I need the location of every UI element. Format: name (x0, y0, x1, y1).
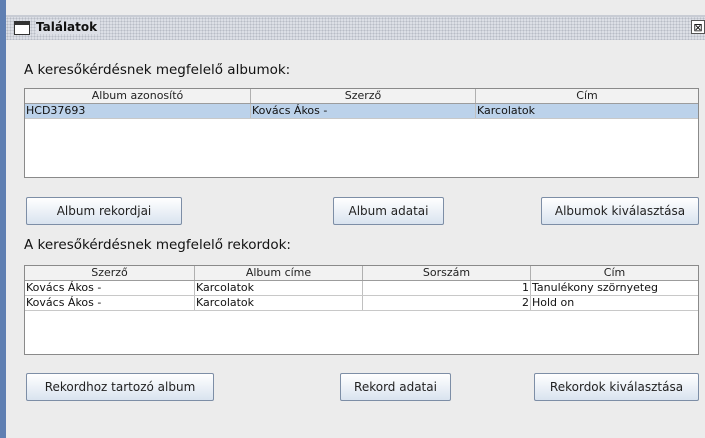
cell-author: Kovács Ákos - (25, 281, 195, 295)
titlebar[interactable]: Találatok ⊠ (6, 17, 705, 40)
results-window: Találatok ⊠ A keresőkérdésnek megfelelő … (0, 0, 705, 438)
cell-track-number: 2 (363, 296, 531, 310)
window-icon (14, 21, 30, 35)
records-heading: A keresőkérdésnek megfelelő rekordok: (24, 237, 291, 253)
cell-title: Tanulékony szörnyeteg (532, 281, 658, 294)
album-details-button[interactable]: Album adatai (333, 197, 444, 225)
cell-track-number: 1 (363, 281, 531, 295)
cell-author: Kovács Ákos - (251, 104, 476, 118)
cell-title: Hold on (532, 296, 575, 309)
column-header-track-number[interactable]: Sorszám (363, 266, 531, 280)
select-albums-button[interactable]: Albumok kiválasztása (541, 197, 699, 225)
cell-author: Kovács Ákos - (25, 296, 195, 310)
record-album-button[interactable]: Rekordhoz tartozó album (26, 373, 214, 401)
table-row[interactable]: Kovács Ákos - Karcolatok 1 Tanulékony sz… (25, 281, 698, 296)
albums-table-header: Album azonosító Szerző Cím (25, 89, 698, 104)
select-records-button[interactable]: Rekordok kiválasztása (534, 373, 699, 401)
records-table-header: Szerző Album címe Sorszám Cím (25, 266, 698, 281)
content-pane: A keresőkérdésnek megfelelő albumok: Alb… (6, 40, 705, 438)
table-row[interactable]: HCD37693 Kovács Ákos - Karcolatok (25, 104, 698, 119)
column-header-author[interactable]: Szerző (25, 266, 195, 280)
records-table[interactable]: Szerző Album címe Sorszám Cím Kovács Áko… (24, 265, 699, 355)
cell-title: Karcolatok (477, 104, 536, 117)
column-header-album-title[interactable]: Album címe (195, 266, 363, 280)
album-records-button[interactable]: Album rekordjai (26, 197, 182, 225)
column-header-album-id[interactable]: Album azonosító (25, 89, 251, 103)
cell-album-id: HCD37693 (25, 104, 251, 118)
column-header-author[interactable]: Szerző (251, 89, 476, 103)
window-title: Találatok (36, 20, 101, 34)
cell-album-title: Karcolatok (195, 281, 363, 295)
cell-album-title: Karcolatok (195, 296, 363, 310)
column-header-title[interactable]: Cím (531, 266, 698, 280)
albums-heading: A keresőkérdésnek megfelelő albumok: (24, 62, 291, 78)
table-row[interactable]: Kovács Ákos - Karcolatok 2 Hold on (25, 296, 698, 311)
column-header-title[interactable]: Cím (476, 89, 698, 103)
close-icon[interactable]: ⊠ (691, 20, 705, 34)
albums-table[interactable]: Album azonosító Szerző Cím HCD37693 Ková… (24, 88, 699, 178)
record-details-button[interactable]: Rekord adatai (340, 373, 451, 401)
